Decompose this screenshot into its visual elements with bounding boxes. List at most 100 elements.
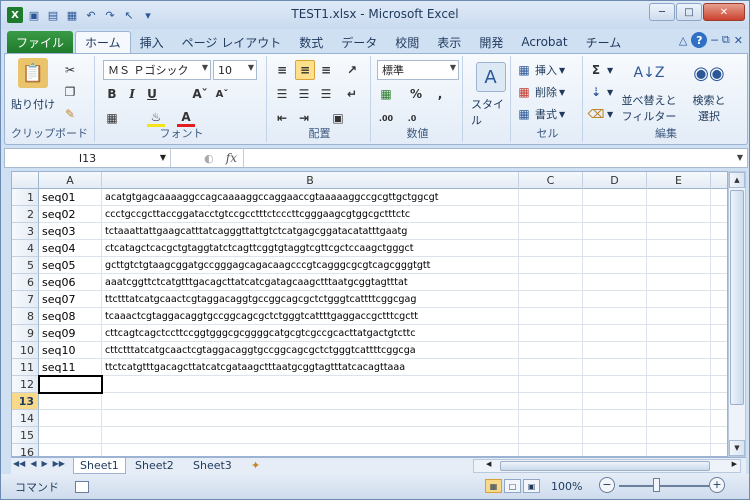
align-left-button[interactable]: ☰ — [273, 84, 291, 104]
cell-empty[interactable] — [711, 410, 727, 427]
align-bottom-button[interactable]: ≡ — [317, 60, 335, 80]
cell-a[interactable]: seq10 — [39, 342, 102, 359]
vertical-scrollbar[interactable]: ▲ ▼ — [728, 171, 746, 457]
row-header-5[interactable]: 5 — [12, 257, 39, 274]
cell-empty[interactable] — [711, 427, 727, 444]
expand-formula-icon[interactable]: ▼ — [737, 153, 743, 162]
cell-empty[interactable] — [519, 444, 583, 456]
cell-empty[interactable] — [583, 274, 647, 291]
cell-empty[interactable] — [711, 308, 727, 325]
cell-empty[interactable] — [519, 308, 583, 325]
cell-empty[interactable] — [519, 240, 583, 257]
sheet-tab-1[interactable]: Sheet1 — [73, 458, 126, 474]
tab-data[interactable]: データ — [332, 31, 386, 53]
bold-button[interactable]: B — [103, 84, 121, 104]
cell-a[interactable]: seq07 — [39, 291, 102, 308]
tab-formulas[interactable]: 数式 — [290, 31, 332, 53]
scroll-down-button[interactable]: ▼ — [729, 440, 745, 456]
cell-a[interactable]: seq01 — [39, 189, 102, 206]
tab-page-layout[interactable]: ページ レイアウト — [173, 31, 291, 53]
cell-b[interactable]: cttcagtcagctccttccggtgggcgcggggcatgcgtcg… — [102, 325, 519, 342]
insert-function-button[interactable]: fx — [226, 151, 237, 165]
column-header-f[interactable] — [711, 172, 727, 189]
cell-empty[interactable] — [647, 444, 711, 456]
cell-empty[interactable] — [519, 359, 583, 376]
font-size-select[interactable]: 10 ▼ — [213, 60, 257, 80]
cell-a[interactable]: seq04 — [39, 240, 102, 257]
cell-a[interactable]: seq06 — [39, 274, 102, 291]
cell-empty[interactable] — [519, 189, 583, 206]
zoom-in-button[interactable]: + — [709, 477, 725, 493]
cell-b[interactable]: ccctgccgcttaccggatacctgtccgcctttctcccttc… — [102, 206, 519, 223]
scroll-right-button[interactable]: ▶ — [732, 460, 737, 468]
underline-button[interactable]: U — [143, 84, 161, 104]
cell-b[interactable] — [102, 444, 519, 456]
cell-empty[interactable] — [647, 240, 711, 257]
cell-b[interactable]: ctcatagctcacgctgtaggtatctcagttcggtgtaggt… — [102, 240, 519, 257]
cell-empty[interactable] — [519, 342, 583, 359]
cell-a[interactable]: seq02 — [39, 206, 102, 223]
cell-b[interactable] — [102, 376, 519, 393]
cell-empty[interactable] — [647, 308, 711, 325]
cell-b[interactable]: cttctttatcatgcaactcgtaggacaggtgccggcagcg… — [102, 342, 519, 359]
undo-icon[interactable]: ↶ — [83, 7, 99, 23]
row-header-15[interactable]: 15 — [12, 427, 39, 444]
increase-font-button[interactable]: Aˇ — [191, 84, 209, 104]
column-header-c[interactable]: C — [519, 172, 583, 189]
row-header-3[interactable]: 3 — [12, 223, 39, 240]
cell-a[interactable] — [39, 410, 102, 427]
cell-empty[interactable] — [583, 393, 647, 410]
copy-button[interactable]: ❐ — [61, 82, 79, 102]
percent-button[interactable]: % — [407, 84, 425, 104]
cell-a[interactable]: seq05 — [39, 257, 102, 274]
prev-sheet-icon[interactable]: ◀ — [30, 459, 36, 468]
cell-empty[interactable] — [647, 359, 711, 376]
row-header-1[interactable]: 1 — [12, 189, 39, 206]
clear-button[interactable]: ⌫ ▼ — [587, 104, 614, 124]
row-header-8[interactable]: 8 — [12, 308, 39, 325]
cell-b[interactable]: tctaaattattgaagcatttatcagggttattgtctcatg… — [102, 223, 519, 240]
zoom-out-button[interactable]: − — [599, 477, 615, 493]
cell-a[interactable]: seq08 — [39, 308, 102, 325]
tab-review[interactable]: 校閲 — [386, 31, 428, 53]
cell-empty[interactable] — [583, 444, 647, 456]
cell-b[interactable]: ttctcatgtttgacagcttatcatcgataagctttaatgc… — [102, 359, 519, 376]
row-header-13[interactable]: 13 — [12, 393, 39, 410]
orientation-button[interactable]: ↗ — [343, 60, 361, 80]
format-cells-button[interactable]: ▦ 書式 ▼ — [515, 104, 565, 124]
cell-empty[interactable] — [711, 376, 727, 393]
cell-empty[interactable] — [711, 291, 727, 308]
row-header-9[interactable]: 9 — [12, 325, 39, 342]
cell-a[interactable] — [39, 393, 102, 410]
worksheet-grid[interactable]: A B C D E 1 seq01 acatgtgagcaaaaggccagcaaa… — [11, 171, 728, 457]
cell-empty[interactable] — [519, 274, 583, 291]
horizontal-scroll-thumb[interactable] — [500, 461, 710, 471]
row-header-4[interactable]: 4 — [12, 240, 39, 257]
cell-empty[interactable] — [583, 410, 647, 427]
cell-empty[interactable] — [647, 393, 711, 410]
align-top-button[interactable]: ≡ — [273, 60, 291, 80]
cell-a[interactable] — [39, 427, 102, 444]
tab-view[interactable]: 表示 — [428, 31, 470, 53]
cut-button[interactable]: ✂ — [61, 60, 79, 80]
cell-empty[interactable] — [583, 342, 647, 359]
insert-sheet-button[interactable]: ✦ — [245, 458, 266, 474]
name-box[interactable]: I13 ▼ — [5, 149, 171, 167]
column-header-d[interactable]: D — [583, 172, 647, 189]
cell-empty[interactable] — [711, 240, 727, 257]
zoom-slider[interactable] — [619, 485, 709, 487]
cell-empty[interactable] — [647, 376, 711, 393]
tab-home[interactable]: ホーム — [75, 31, 131, 53]
tab-file[interactable]: ファイル — [7, 31, 74, 53]
cell-empty[interactable] — [583, 308, 647, 325]
cell-empty[interactable] — [583, 189, 647, 206]
cell-empty[interactable] — [647, 342, 711, 359]
column-header-e[interactable]: E — [647, 172, 711, 189]
cell-empty[interactable] — [519, 393, 583, 410]
row-header-2[interactable]: 2 — [12, 206, 39, 223]
insert-cells-button[interactable]: ▦ 挿入 ▼ — [515, 60, 565, 80]
cell-empty[interactable] — [583, 206, 647, 223]
cell-empty[interactable] — [583, 223, 647, 240]
tab-insert[interactable]: 挿入 — [131, 31, 173, 53]
cell-a[interactable]: seq11 — [39, 359, 102, 376]
